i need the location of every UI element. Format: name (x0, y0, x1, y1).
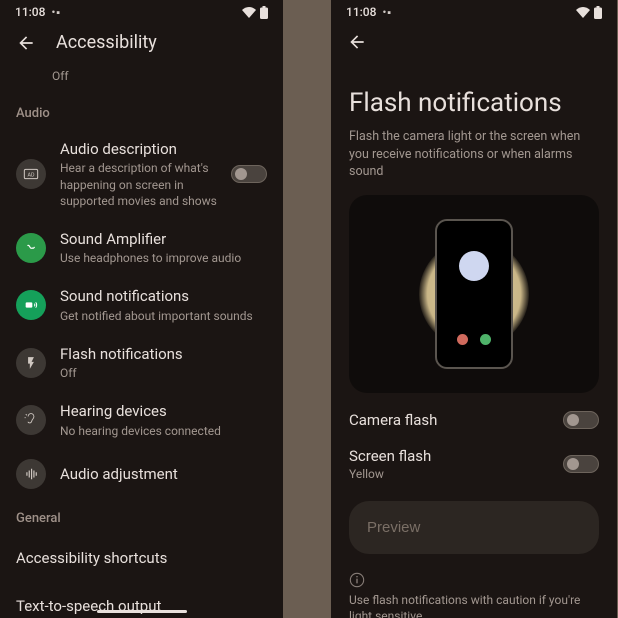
battery-icon (594, 6, 602, 19)
row-title: Hearing devices (60, 401, 267, 421)
audio-description-toggle[interactable] (231, 165, 267, 183)
row-subtitle: Yellow (349, 467, 431, 481)
red-dot-icon (457, 334, 468, 345)
row-title: Camera flash (349, 411, 437, 429)
row-subtitle: Off (60, 365, 267, 381)
hearing-devices-row[interactable]: Hearing devices No hearing devices conne… (0, 391, 283, 448)
flash-notifications-row[interactable]: Flash notifications Off (0, 334, 283, 391)
row-title: Text-to-speech output (16, 596, 161, 616)
accessibility-shortcuts-row[interactable]: Accessibility shortcuts (0, 534, 283, 582)
equalizer-icon (16, 459, 46, 489)
battery-icon (260, 6, 268, 19)
status-notif-dots: •▪ (51, 6, 61, 19)
section-header-audio: Audio (0, 94, 283, 129)
camera-flash-toggle[interactable] (563, 411, 599, 429)
status-bar: 11:08 •▪ (0, 0, 283, 22)
app-bar (331, 22, 617, 60)
row-title: Sound Amplifier (60, 229, 267, 249)
screen-flash-row[interactable]: Screen flash Yellow (349, 447, 599, 481)
list-item-partial: Off (0, 68, 283, 94)
mini-phone (435, 219, 513, 369)
content: Flash notifications Flash the camera lig… (331, 60, 617, 618)
status-notif-dots: •▪ (382, 6, 392, 19)
illustration (349, 195, 599, 393)
app-bar: Accessibility (0, 22, 283, 67)
row-title: Accessibility shortcuts (16, 548, 167, 568)
green-dot-icon (480, 334, 491, 345)
audio-description-row[interactable]: AD Audio description Hear a description … (0, 129, 283, 219)
warning-row (349, 572, 599, 588)
page-description: Flash the camera light or the screen whe… (349, 128, 599, 181)
row-subtitle: Get notified about important sounds (60, 308, 267, 324)
row-title: Sound notifications (60, 286, 267, 306)
section-header-general: General (0, 499, 283, 534)
page-title: Flash notifications (349, 88, 599, 118)
back-arrow-icon[interactable] (347, 32, 367, 52)
row-title: Flash notifications (60, 344, 267, 364)
row-title: Audio description (60, 139, 217, 159)
page-title: Accessibility (56, 32, 157, 53)
audio-adjustment-row[interactable]: Audio adjustment (0, 449, 283, 499)
svg-text:AD: AD (28, 173, 35, 179)
flash-notifications-screen: 11:08 •▪ Flash notifications Flash the c… (331, 0, 617, 618)
audio-description-icon: AD (16, 159, 46, 189)
accessibility-screen: 11:08 •▪ Accessibility Off Audio AD (0, 0, 283, 618)
row-title: Audio adjustment (60, 464, 267, 484)
status-time: 11:08 (346, 5, 376, 19)
sound-notifications-row[interactable]: Sound notifications Get notified about i… (0, 276, 283, 333)
camera-lens-icon (459, 251, 489, 281)
row-subtitle: Hear a description of what's happening o… (60, 160, 217, 209)
wifi-icon (576, 7, 590, 18)
sound-notifications-icon (16, 290, 46, 320)
hearing-icon (16, 405, 46, 435)
screen-flash-toggle[interactable] (563, 455, 599, 473)
back-arrow-icon[interactable] (16, 33, 36, 53)
settings-list[interactable]: Off Audio AD Audio description Hear a de… (0, 67, 283, 618)
row-subtitle: No hearing devices connected (60, 423, 267, 439)
warning-text: Use flash notifications with caution if … (349, 592, 599, 618)
row-subtitle: Use headphones to improve audio (60, 250, 267, 266)
wifi-icon (242, 7, 256, 18)
row-title: Screen flash (349, 447, 431, 465)
camera-flash-row[interactable]: Camera flash (349, 411, 599, 429)
status-bar: 11:08 •▪ (331, 0, 617, 22)
flash-icon (16, 348, 46, 378)
sound-amplifier-icon (16, 233, 46, 263)
preview-button[interactable]: Preview (349, 501, 599, 554)
nav-pill[interactable] (97, 610, 187, 614)
info-icon (349, 572, 365, 588)
sound-amplifier-row[interactable]: Sound Amplifier Use headphones to improv… (0, 219, 283, 276)
status-time: 11:08 (15, 5, 45, 19)
